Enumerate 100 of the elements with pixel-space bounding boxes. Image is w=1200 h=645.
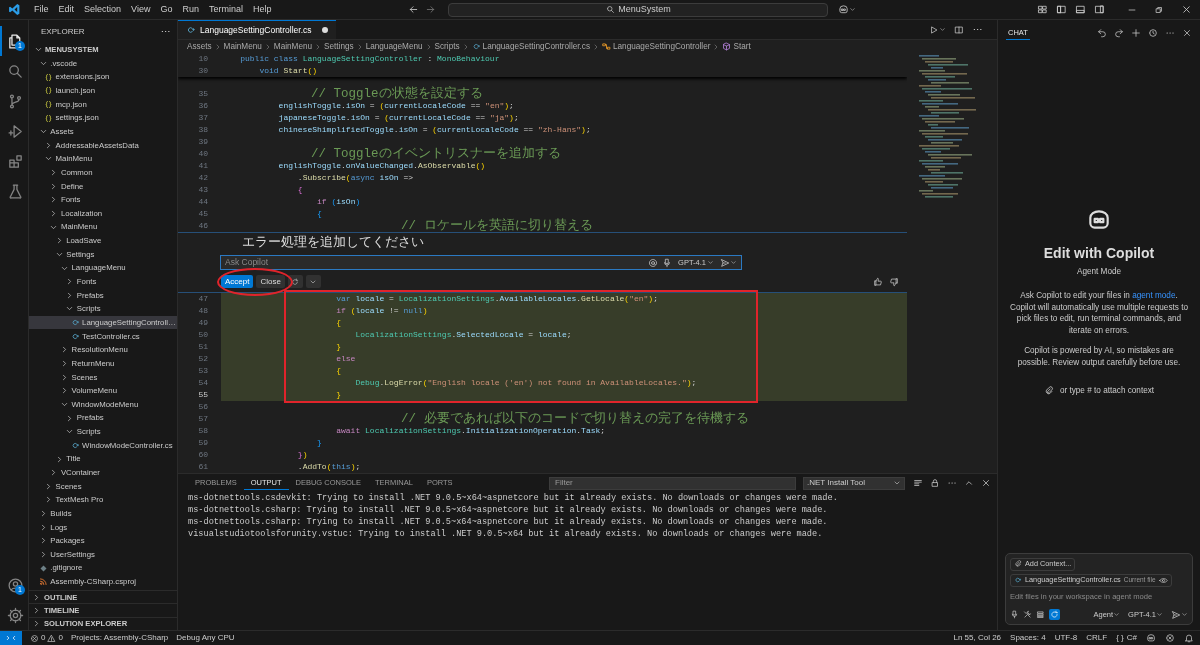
auto-approve-button[interactable] [1049, 609, 1060, 620]
editor-tab[interactable]: LanguageSettingController.cs [178, 20, 336, 39]
git-file-icon [38, 563, 48, 573]
language-mode[interactable]: C# [1126, 633, 1137, 643]
forward-arrow-icon[interactable] [425, 4, 437, 15]
bell-icon[interactable] [1184, 633, 1194, 643]
language-status-item[interactable]: { } [1116, 633, 1124, 643]
sidebar-title: EXPLORER [41, 26, 85, 37]
history-icon[interactable] [1148, 27, 1158, 38]
breadcrumb-item[interactable]: LanguageMenu [365, 41, 423, 52]
code-line: } [335, 341, 343, 353]
refresh-button[interactable] [287, 275, 303, 288]
breadcrumb-item[interactable]: LanguageSettingController.cs [471, 41, 590, 52]
menu-item[interactable]: Run [177, 4, 204, 15]
output-source-dropdown[interactable]: .NET Install Tool [803, 476, 905, 490]
breadcrumb-item[interactable]: Assets [187, 41, 212, 52]
line-number: 51 [197, 342, 208, 352]
code-line: if (locale != null) [335, 305, 429, 317]
paperclip-icon [1043, 385, 1054, 396]
output-line: ms-dotnettools.csharp: Trying to install .NET 9.0.5~x64~aspnetcore but it already exists. No downloads or changes were made. [187, 504, 829, 516]
close-icon[interactable] [981, 478, 991, 488]
csharp-file-icon [70, 440, 80, 450]
menu-item[interactable]: Selection [79, 4, 127, 15]
menu-item[interactable]: Go [155, 4, 178, 15]
indentation-status[interactable]: Spaces: 4 [1010, 633, 1046, 643]
redo-icon[interactable] [1114, 27, 1124, 38]
chevron-down-icon [707, 259, 714, 266]
code-line: else [335, 353, 357, 365]
braces-icon [44, 99, 54, 109]
close-button[interactable]: Close [256, 275, 285, 288]
thumbs-up-icon[interactable] [873, 276, 883, 287]
output-line: ms-dotnettools.csharp: Trying to install .NET 9.0.5~x64~aspnetcore but it already exists. No downloads or changes were made. [187, 516, 829, 528]
menu-item[interactable]: Edit [53, 4, 80, 15]
lock-icon[interactable] [930, 478, 940, 488]
send-button[interactable] [720, 257, 737, 268]
code-line: .AddTo(this); [296, 461, 361, 473]
line-number: 45 [197, 209, 208, 219]
cursor-position[interactable]: Ln 55, Col 26 [953, 633, 1002, 643]
copilot-menu-button[interactable] [838, 4, 857, 15]
new-chat-icon[interactable] [1131, 27, 1141, 38]
maximize-panel-icon[interactable] [964, 478, 974, 488]
sidebar-toggle-icon[interactable] [1056, 4, 1067, 15]
blocks-icon [6, 152, 24, 170]
send-icon [1171, 609, 1181, 620]
breadcrumb-item[interactable]: LanguageSettingController [602, 41, 711, 52]
back-arrow-icon[interactable] [408, 4, 420, 15]
chevron-down-icon [849, 6, 857, 13]
remote-button[interactable] [0, 630, 22, 645]
menu-item[interactable]: File [29, 4, 54, 15]
code-line: // Toggleの状態を設定する [310, 88, 483, 100]
breadcrumb-item[interactable]: MainMenu [223, 41, 262, 52]
line-number: 43 [197, 185, 208, 195]
line-number: 47 [197, 294, 208, 304]
undo-icon[interactable] [1097, 27, 1107, 38]
microphone-icon[interactable] [1010, 610, 1019, 619]
search-field[interactable]: MenuSystem [448, 2, 829, 17]
send-button[interactable] [1171, 609, 1188, 620]
configuration-status[interactable]: Debug Any CPU [176, 633, 235, 643]
at-icon[interactable] [648, 257, 659, 268]
panel-toggle-icon[interactable] [1075, 4, 1086, 15]
robot-icon [838, 4, 850, 15]
class-icon [602, 42, 611, 51]
run-button[interactable] [929, 24, 946, 35]
problems-status[interactable]: 0 0 [30, 633, 63, 643]
split-editor-icon[interactable] [954, 24, 964, 35]
menu-item[interactable]: Terminal [203, 4, 248, 15]
microphone-icon[interactable] [662, 257, 673, 268]
list-icon[interactable] [913, 478, 923, 488]
robot-icon[interactable] [1146, 633, 1156, 643]
menu-item[interactable]: View [126, 4, 156, 15]
menu-item[interactable]: Help [247, 4, 277, 15]
restore-icon[interactable] [1154, 4, 1164, 15]
thumbs-down-icon[interactable] [889, 276, 899, 287]
braces-icon [44, 113, 54, 123]
stack-icon[interactable] [1036, 610, 1045, 619]
csharp-file-icon [471, 42, 481, 51]
breadcrumb-item[interactable]: MainMenu [273, 41, 313, 52]
tools-icon[interactable] [1023, 610, 1032, 619]
code-line: }) [296, 449, 308, 461]
chevron-down-icon [893, 479, 901, 487]
secondary-sidebar-icon[interactable] [1094, 4, 1105, 15]
breadcrumb-item[interactable]: Start [722, 41, 751, 52]
chevron-down-icon [730, 259, 737, 266]
breadcrumb-item[interactable]: Settings [324, 41, 354, 52]
accept-button[interactable]: Accept [221, 275, 254, 288]
status-icon[interactable] [1165, 633, 1175, 643]
line-ending-status[interactable]: CRLF [1086, 633, 1108, 643]
close-icon[interactable] [1181, 4, 1192, 15]
project-status[interactable]: Projects: Assembly-CSharp [70, 633, 169, 643]
line-number: 58 [197, 426, 208, 436]
code-line: englishToggle.onValueChanged.AsObservable() [277, 160, 486, 172]
code-line: LocalizationSettings.SelectedLocale = locale; [354, 329, 573, 341]
code-line: public class LanguageSettingController : MonoBehaviour [239, 53, 500, 65]
layout-icon[interactable] [1037, 4, 1048, 15]
code-line: // ロケールを英語に切り替える [400, 220, 593, 232]
breadcrumb-item[interactable]: Scripts [434, 41, 460, 52]
close-icon[interactable] [1182, 27, 1192, 38]
chevron-icon [592, 42, 600, 51]
encoding-status[interactable]: UTF-8 [1054, 633, 1078, 643]
filter-field[interactable]: Filter [549, 476, 796, 490]
